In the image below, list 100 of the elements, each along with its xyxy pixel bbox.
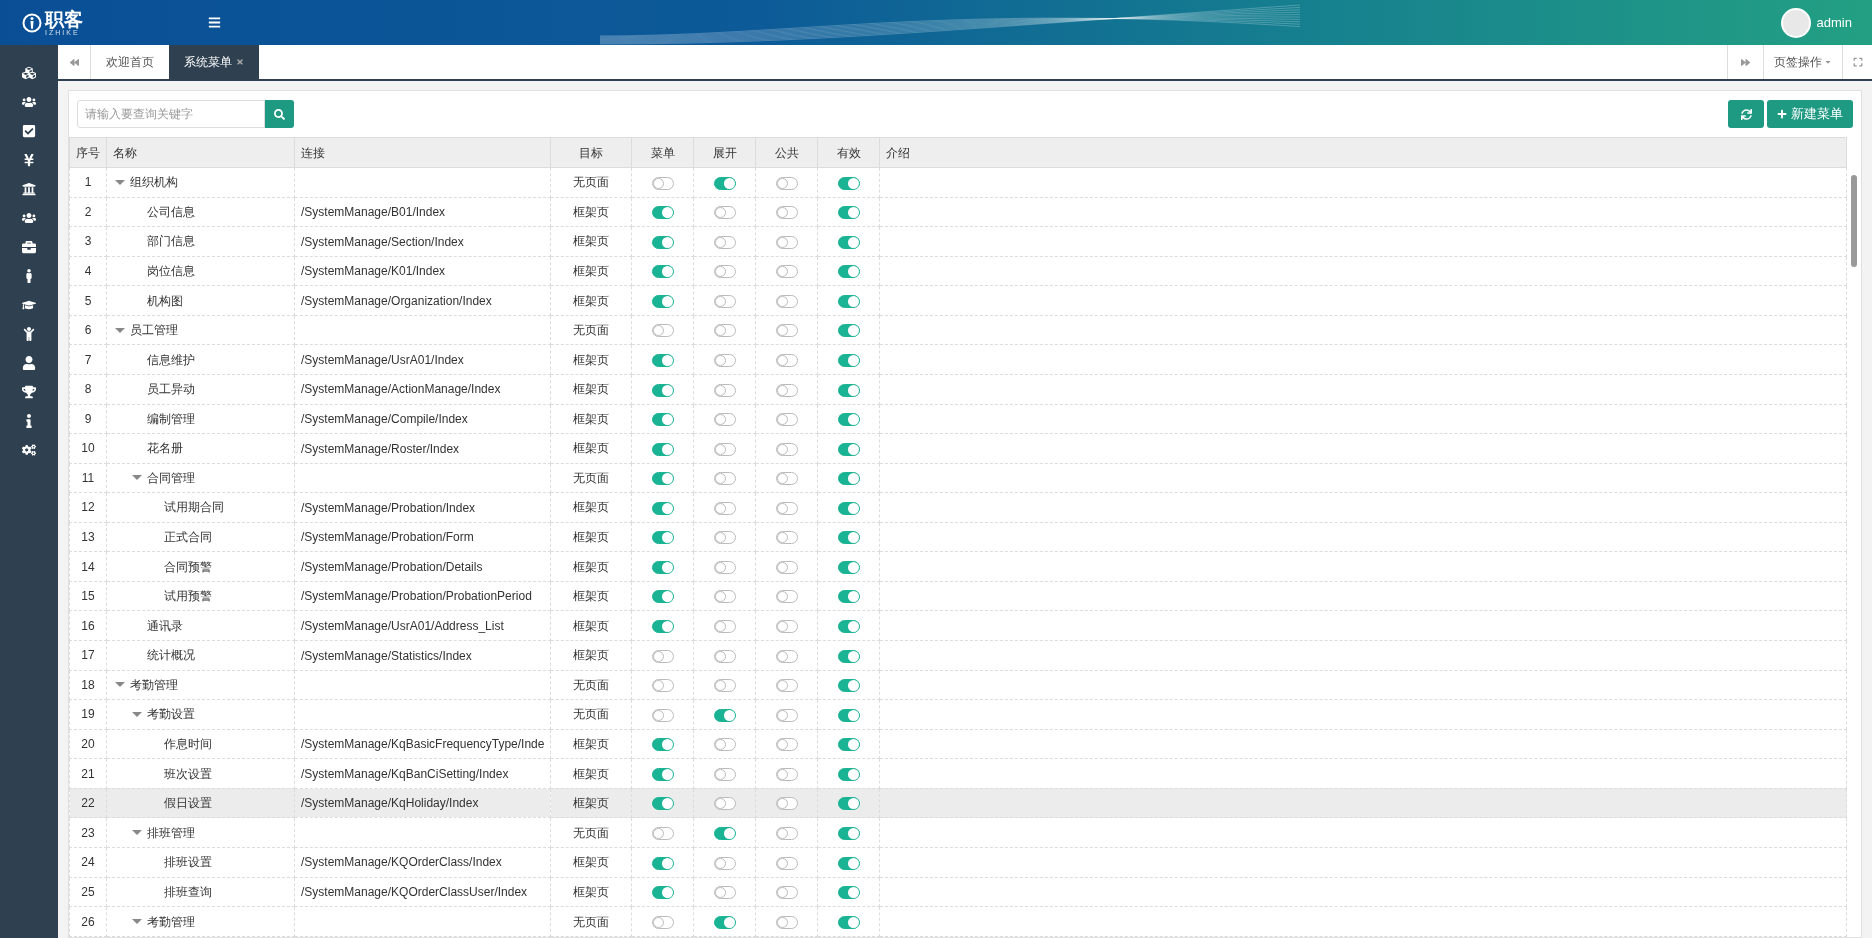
bank-icon[interactable] — [22, 182, 36, 196]
table-row[interactable]: 19 考勤设置 无页面 — [69, 699, 1847, 730]
toggle-switch[interactable] — [837, 590, 860, 604]
table-row[interactable]: 16 通讯录 /SystemManage/UsrA01/Address_List 框架页 — [69, 610, 1847, 641]
table-row[interactable]: 1 组织机构 无页面 — [69, 167, 1847, 198]
toggle-switch[interactable] — [651, 856, 674, 870]
toggle-switch[interactable] — [775, 679, 798, 693]
toggle-switch[interactable] — [651, 679, 674, 693]
table-row[interactable]: 15 试用预警 /SystemManage/Probation/ProbationPeriod 框架页 — [69, 581, 1847, 611]
page-tab[interactable]: 系统菜单 — [169, 45, 259, 79]
settings-icon[interactable] — [22, 443, 36, 457]
toggle-switch[interactable] — [651, 649, 674, 663]
toggle-switch[interactable] — [837, 856, 860, 870]
menu-icon[interactable] — [208, 16, 221, 29]
toggle-switch[interactable] — [713, 915, 736, 929]
toggle-switch[interactable] — [713, 294, 736, 308]
toggle-switch[interactable] — [837, 767, 860, 781]
trophy-icon[interactable] — [22, 385, 36, 399]
toggle-switch[interactable] — [651, 560, 674, 574]
toggle-switch[interactable] — [651, 294, 674, 308]
table-row[interactable]: 17 统计概况 /SystemManage/Statistics/Index 框架页 — [69, 640, 1847, 671]
table-row[interactable]: 25 排班查询 /SystemManage/KQOrderClassUser/Index 框架页 — [69, 877, 1847, 907]
toggle-switch[interactable] — [837, 294, 860, 308]
toggle-switch[interactable] — [713, 265, 736, 279]
toggle-switch[interactable] — [713, 324, 736, 338]
scrollbar-thumb[interactable] — [1851, 175, 1857, 267]
tab-actions-dropdown[interactable]: 页签操作 — [1763, 45, 1842, 79]
toggle-switch[interactable] — [713, 767, 736, 781]
toggle-switch[interactable] — [713, 206, 736, 220]
table-row[interactable]: 23 排班管理 无页面 — [69, 817, 1847, 848]
toggle-switch[interactable] — [775, 915, 798, 929]
table-row[interactable]: 4 岗位信息 /SystemManage/K01/Index 框架页 — [69, 256, 1847, 286]
toggle-switch[interactable] — [775, 472, 798, 486]
toggle-switch[interactable] — [713, 708, 736, 722]
user-icon[interactable] — [22, 356, 36, 370]
toggle-switch[interactable] — [775, 767, 798, 781]
toggle-switch[interactable] — [651, 915, 674, 929]
yen-icon[interactable] — [22, 153, 36, 167]
table-row[interactable]: 7 信息维护 /SystemManage/UsrA01/Index 框架页 — [69, 344, 1847, 375]
toggle-switch[interactable] — [713, 620, 736, 634]
toggle-switch[interactable] — [837, 324, 860, 338]
toggle-switch[interactable] — [713, 797, 736, 811]
toggle-switch[interactable] — [775, 442, 798, 456]
toggle-switch[interactable] — [837, 886, 860, 900]
table-row[interactable]: 11 合同管理 无页面 — [69, 463, 1847, 493]
table-row[interactable]: 2 公司信息 /SystemManage/B01/Index 框架页 — [69, 197, 1847, 227]
toggle-switch[interactable] — [651, 826, 674, 840]
toggle-switch[interactable] — [651, 620, 674, 634]
toggle-switch[interactable] — [651, 738, 674, 752]
toggle-switch[interactable] — [651, 265, 674, 279]
toggle-switch[interactable] — [775, 649, 798, 663]
toggle-switch[interactable] — [775, 501, 798, 515]
toggle-switch[interactable] — [837, 206, 860, 220]
toggle-switch[interactable] — [713, 383, 736, 397]
table-row[interactable]: 24 排班设置 /SystemManage/KQOrderClass/Index 框架页 — [69, 847, 1847, 877]
toggle-switch[interactable] — [775, 797, 798, 811]
toggle-switch[interactable] — [651, 767, 674, 781]
toggle-switch[interactable] — [713, 413, 736, 427]
toggle-switch[interactable] — [837, 915, 860, 929]
table-row[interactable]: 20 作息时间 /SystemManage/KqBasicFrequencyType/Inde 框架页 — [69, 729, 1847, 759]
toggle-switch[interactable] — [651, 797, 674, 811]
toggle-switch[interactable] — [713, 679, 736, 693]
toggle-switch[interactable] — [775, 708, 798, 722]
toggle-switch[interactable] — [651, 353, 674, 367]
toggle-switch[interactable] — [837, 738, 860, 752]
search-field[interactable]: 请输入要查询关键字 — [77, 100, 265, 128]
toggle-switch[interactable] — [837, 383, 860, 397]
toggle-switch[interactable] — [775, 383, 798, 397]
table-row[interactable]: 22 假日设置 /SystemManage/KqHoliday/Index 框架页 — [69, 788, 1847, 818]
toggle-switch[interactable] — [713, 826, 736, 840]
toggle-switch[interactable] — [713, 649, 736, 663]
toggle-switch[interactable] — [651, 324, 674, 338]
toggle-switch[interactable] — [837, 531, 860, 545]
toggle-switch[interactable] — [651, 501, 674, 515]
toggle-switch[interactable] — [837, 797, 860, 811]
toggle-switch[interactable] — [713, 738, 736, 752]
table-row[interactable]: 13 正式合同 /SystemManage/Probation/Form 框架页 — [69, 522, 1847, 552]
toggle-switch[interactable] — [837, 472, 860, 486]
new-menu-button[interactable]: 新建菜单 — [1767, 100, 1853, 128]
toggle-switch[interactable] — [775, 353, 798, 367]
toggle-switch[interactable] — [651, 531, 674, 545]
toggle-switch[interactable] — [713, 560, 736, 574]
toggle-switch[interactable] — [837, 235, 860, 249]
table-row[interactable]: 12 试用期合同 /SystemManage/Probation/Index 框架页 — [69, 492, 1847, 523]
toggle-switch[interactable] — [713, 886, 736, 900]
toggle-switch[interactable] — [837, 501, 860, 515]
toggle-switch[interactable] — [713, 176, 736, 190]
toggle-switch[interactable] — [837, 620, 860, 634]
toggle-switch[interactable] — [837, 353, 860, 367]
table-row[interactable]: 18 考勤管理 无页面 — [69, 670, 1847, 700]
table-row[interactable]: 10 花名册 /SystemManage/Roster/Index 框架页 — [69, 433, 1847, 464]
toggle-switch[interactable] — [651, 708, 674, 722]
toggle-switch[interactable] — [837, 708, 860, 722]
table-row[interactable]: 21 班次设置 /SystemManage/KqBanCiSetting/Index 框架页 — [69, 758, 1847, 789]
toggle-switch[interactable] — [651, 176, 674, 190]
toggle-switch[interactable] — [651, 472, 674, 486]
toggle-switch[interactable] — [651, 590, 674, 604]
figure-icon[interactable] — [22, 327, 36, 341]
toggle-switch[interactable] — [713, 590, 736, 604]
close-icon[interactable] — [236, 58, 244, 66]
